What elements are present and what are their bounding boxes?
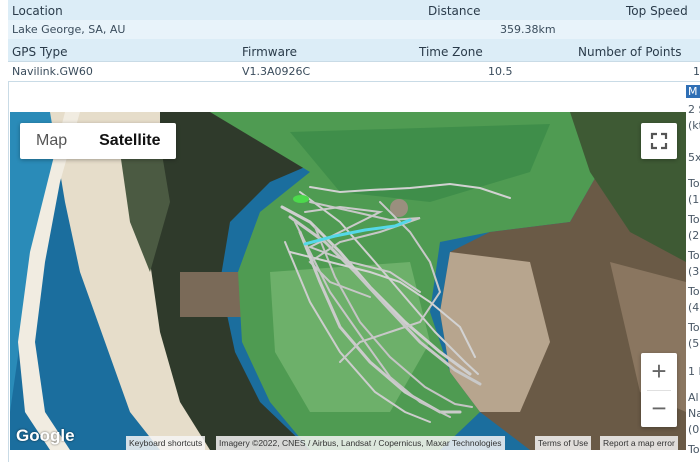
location-header: Location: [12, 4, 63, 18]
report-map-error-link[interactable]: Report a map error: [600, 436, 678, 450]
terms-of-use-link[interactable]: Terms of Use: [535, 436, 592, 450]
side-detail-text: M: [686, 85, 700, 98]
gps-track: [298, 230, 462, 414]
summary-values-row: Lake George, SA, AU 359.38km: [8, 20, 700, 39]
side-detail-text: To: [688, 285, 700, 298]
zoom-out-button[interactable]: −: [641, 390, 677, 427]
side-detail-text: (1): [688, 193, 700, 206]
distance-header: Distance: [428, 4, 481, 18]
row-divider: [8, 81, 700, 82]
panel-border: [8, 81, 9, 462]
side-detail-text: Al: [688, 391, 699, 404]
firmware-value: V1.3A0926C: [242, 65, 311, 78]
zoom-divider: [647, 390, 671, 391]
time-zone-value: 10.5: [488, 65, 513, 78]
side-detail-text: (kt: [688, 119, 700, 132]
gps-track: [309, 182, 511, 199]
side-detail-text: To: [688, 177, 700, 190]
fullscreen-button[interactable]: [641, 123, 677, 159]
side-detail-text: (2): [688, 229, 700, 242]
keyboard-shortcuts-link[interactable]: Keyboard shortcuts: [126, 436, 206, 450]
side-detail-text: To: [688, 213, 700, 226]
gps-track-overlay: [280, 182, 511, 423]
satellite-map[interactable]: Map Satellite + − Google Keyboard shortc…: [10, 112, 686, 450]
side-detail-text: (00: [688, 423, 700, 436]
top-speed-header: Top Speed: [626, 4, 688, 18]
summary-header-row: Location Distance Top Speed: [8, 0, 700, 20]
map-type-control: Map Satellite: [20, 123, 177, 159]
side-detail-text: To: [688, 321, 700, 334]
map-type-map-button[interactable]: Map: [20, 123, 83, 159]
gps-type-value: Navilink.GW60: [12, 65, 93, 78]
google-logo: Google: [16, 426, 75, 445]
side-detail-text: To: [688, 249, 700, 262]
row-divider: [8, 61, 700, 62]
side-detail-text: 1 H: [688, 365, 700, 378]
zoom-control: + −: [641, 353, 677, 427]
location-value: Lake George, SA, AU: [12, 23, 126, 36]
fullscreen-icon: [650, 132, 668, 150]
device-values-row: Navilink.GW60 V1.3A0926C 10.5 1!: [8, 61, 700, 81]
side-detail-text: 5x: [688, 151, 700, 164]
imagery-attribution: Imagery ©2022, CNES / Airbus, Landsat / …: [216, 436, 505, 450]
map-type-satellite-button[interactable]: Satellite: [83, 123, 176, 159]
side-detail-text: 2 S: [688, 103, 700, 116]
number-of-points-value: 1!: [693, 65, 700, 78]
zoom-in-button[interactable]: +: [641, 353, 677, 390]
device-header-row: GPS Type Firmware Time Zone Number of Po…: [8, 39, 700, 61]
side-detail-text: (3): [688, 265, 700, 278]
side-detail-text: (5): [688, 337, 700, 350]
side-details-column: M 2 S (kt 5x To (1) To (2) To (3) To (4) To (5) 1 H Al N…: [686, 81, 700, 462]
track-start-marker: [293, 195, 309, 203]
side-detail-text: (4): [688, 301, 700, 314]
side-detail-text: To: [688, 443, 700, 456]
distance-value: 359.38km: [500, 23, 556, 36]
side-detail-text: Na: [688, 407, 700, 420]
